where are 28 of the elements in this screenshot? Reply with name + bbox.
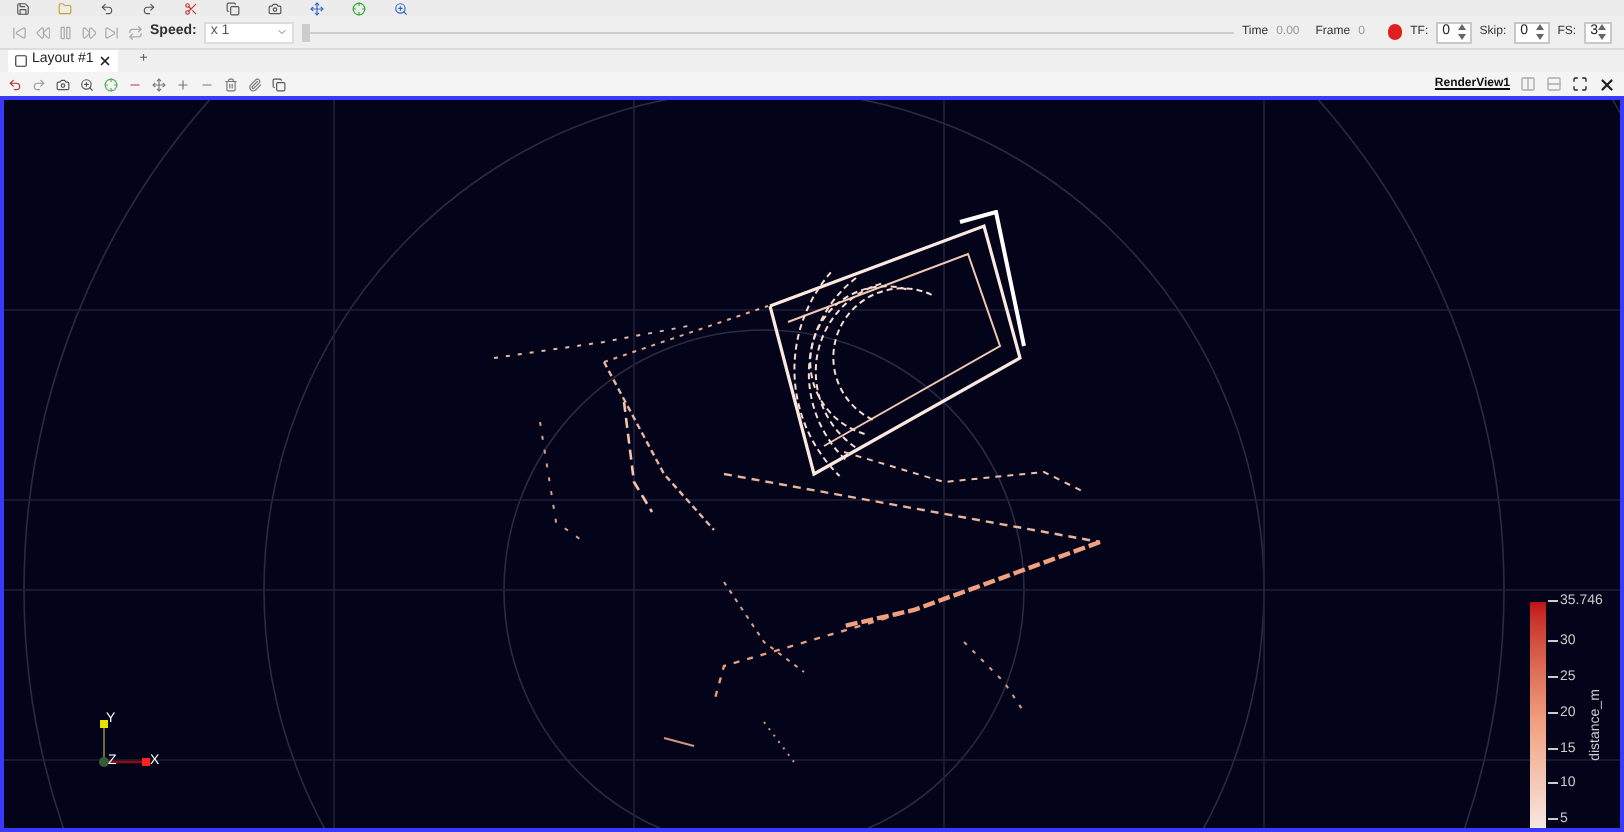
zoom-icon[interactable] <box>394 1 408 15</box>
spinner-arrows-icon[interactable] <box>1535 24 1544 40</box>
move-icon[interactable] <box>152 77 166 91</box>
undo-icon[interactable] <box>100 1 114 15</box>
undo-icon[interactable] <box>8 77 22 91</box>
redo-icon[interactable] <box>142 1 156 15</box>
save-icon[interactable] <box>16 1 30 15</box>
record-icon[interactable] <box>1388 24 1403 40</box>
caret-icon <box>275 26 288 38</box>
maximize-icon[interactable] <box>1572 76 1588 92</box>
paperclip-icon[interactable] <box>248 77 262 91</box>
move-icon[interactable] <box>310 1 324 15</box>
camera-icon[interactable] <box>268 1 282 15</box>
crosshair-icon[interactable] <box>352 1 366 15</box>
scissors-icon[interactable] <box>184 1 198 15</box>
spinner-arrows-icon[interactable] <box>1457 24 1466 40</box>
trash-icon[interactable] <box>224 77 238 91</box>
plus-icon[interactable] <box>176 77 190 91</box>
close-icon[interactable] <box>97 54 112 68</box>
close-icon[interactable] <box>1598 75 1616 93</box>
crosshair-icon[interactable] <box>104 77 118 91</box>
copy-icon[interactable] <box>226 1 240 15</box>
window-icon <box>14 54 28 68</box>
camera-icon[interactable] <box>56 77 70 91</box>
zoom-icon[interactable] <box>80 77 94 91</box>
copy-icon[interactable] <box>272 77 286 91</box>
spinner-arrows-icon[interactable] <box>1598 24 1607 40</box>
time-slider-thumb[interactable] <box>301 23 310 41</box>
